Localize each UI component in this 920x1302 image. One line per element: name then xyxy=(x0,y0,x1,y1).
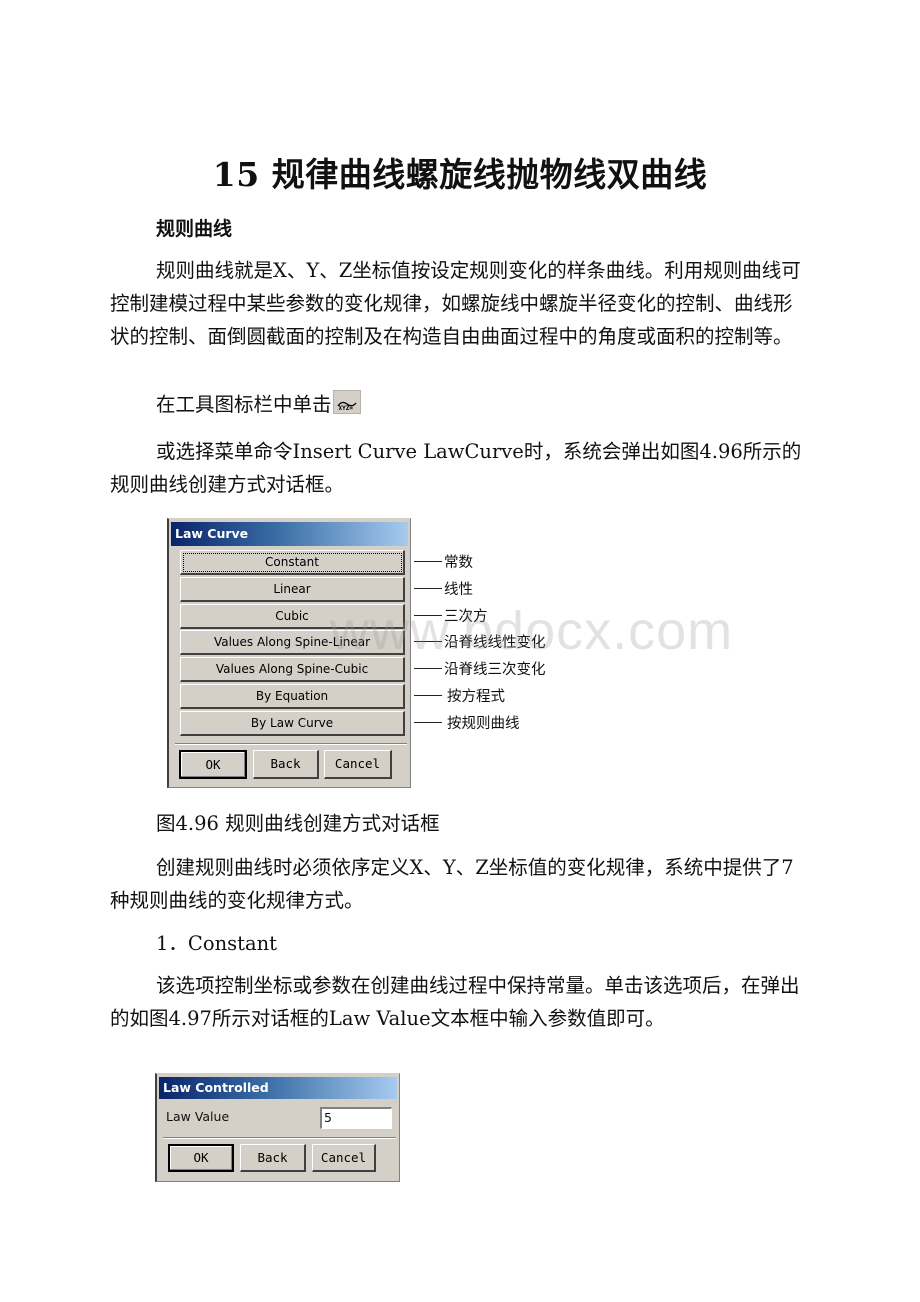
annotation-leader-line xyxy=(414,695,442,696)
option-annotation: 三次方 xyxy=(444,608,488,625)
annotation-leader-line xyxy=(414,721,442,723)
figure-caption: 图4.96 规则曲线创建方式对话框 xyxy=(156,812,440,835)
toolbar-paragraph: 在工具图标栏中单击 XYZ= xyxy=(156,388,856,421)
document-title: 15 规律曲线螺旋线抛物线双曲线 xyxy=(212,155,708,194)
annotation-leader-line xyxy=(414,641,442,643)
option-button-by-law-curve[interactable]: By Law Curve xyxy=(180,710,405,736)
option-annotation: 沿脊线三次变化 xyxy=(444,662,546,679)
back-button[interactable]: Back xyxy=(253,750,319,779)
law-curve-dialog: Law Curve Constant Linear Cubic Values Alon… xyxy=(167,518,411,788)
option-button-values-along-spine-linear[interactable]: Values Along Spine-Linear xyxy=(180,630,405,656)
annotation-leader-line xyxy=(414,614,442,616)
seven-ways-paragraph: 创建规则曲线时必须依序定义X、Y、Z坐标值的变化规律，系统中提供了7种规则曲线的… xyxy=(110,856,794,912)
option-button-linear[interactable]: Linear xyxy=(180,576,405,602)
option-button-by-equation[interactable]: By Equation xyxy=(180,684,405,709)
ok-button[interactable]: OK xyxy=(179,750,247,779)
option-button-cubic[interactable]: Cubic xyxy=(180,603,405,629)
option-button-constant[interactable]: Constant xyxy=(180,550,405,575)
law-value-label: Law Value xyxy=(166,1109,230,1124)
option-annotation: 线性 xyxy=(444,581,473,598)
wave-icon xyxy=(336,401,357,407)
law-curve-icon: XYZ= xyxy=(332,390,361,414)
item1-body: 该选项控制坐标或参数在创建曲线过程中保持常量。单击该选项后，在弹出的如图4.97… xyxy=(110,974,800,1030)
annotation-leader-line xyxy=(414,587,442,589)
menu-command-paragraph: 或选择菜单命令Insert Curve LawCurve时，系统会弹出如图4.9… xyxy=(110,440,802,496)
cancel-button[interactable]: Cancel xyxy=(312,1144,376,1172)
dialog-title: Law Controlled xyxy=(159,1077,397,1099)
intro-paragraph: 规则曲线就是X、Y、Z坐标值按设定规则变化的样条曲线。利用规则曲线可控制建模过程… xyxy=(110,259,801,348)
option-annotation: 常数 xyxy=(444,555,473,571)
dialog-separator xyxy=(175,743,407,745)
toolbar-click-text: 在工具图标栏中单击 xyxy=(156,393,332,416)
annotation-leader-line xyxy=(414,668,442,670)
option-annotation: 按规则曲线 xyxy=(447,715,520,732)
law-controlled-dialog: Law Controlled Law Value 5 OK Back Cance… xyxy=(155,1073,400,1182)
ok-button[interactable]: OK xyxy=(168,1144,234,1172)
option-button-values-along-spine-cubic[interactable]: Values Along Spine-Cubic xyxy=(180,657,405,683)
dialog-separator xyxy=(163,1137,396,1139)
item1-heading: 1．Constant xyxy=(156,932,277,955)
option-annotation: 按方程式 xyxy=(447,689,505,705)
cancel-button[interactable]: Cancel xyxy=(324,750,392,779)
back-button[interactable]: Back xyxy=(240,1144,306,1172)
law-value-input[interactable]: 5 xyxy=(320,1107,392,1129)
option-annotation: 沿脊线线性变化 xyxy=(444,635,546,652)
dialog-title: Law Curve xyxy=(171,522,408,546)
annotation-leader-line xyxy=(414,561,442,562)
section-heading: 规则曲线 xyxy=(156,218,233,240)
